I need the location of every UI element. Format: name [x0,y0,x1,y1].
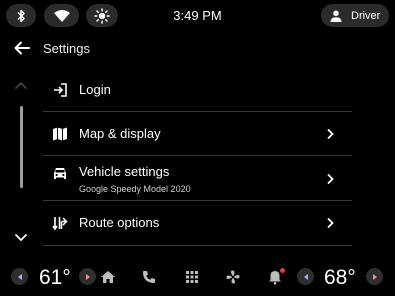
left-temperature: 61° [39,266,71,289]
settings-item-label: Vehicle settings [79,164,170,179]
chevron-right-icon [327,173,334,185]
settings-item-route-options[interactable]: Route options [43,208,352,238]
settings-item-label: Map & display [79,126,161,141]
left-temp-up-button[interactable] [79,268,96,285]
person-icon [330,10,342,22]
caret-left-icon [303,273,308,280]
settings-item-subtitle: Google Speedy Model 2020 [79,184,191,194]
settings-item-vehicle[interactable]: Vehicle settings Google Speedy Model 202… [43,161,352,199]
bottom-bar: 61° 68° [0,260,395,296]
caret-right-icon [372,273,377,280]
apps-grid-icon[interactable] [184,269,200,285]
user-profile-button[interactable]: Driver [321,4,389,27]
settings-item-label: Route options [79,215,160,230]
settings-item-login[interactable]: Login [43,75,352,105]
divider [43,155,352,156]
caret-left-icon [17,273,22,280]
map-icon [53,127,67,141]
divider [43,200,352,201]
right-temp-up-button[interactable] [366,268,383,285]
divider [43,111,352,112]
divider [43,245,352,246]
scrollbar-thumb[interactable] [20,106,23,188]
route-options-icon [52,217,68,231]
notification-badge [280,268,285,273]
caret-right-icon [85,273,90,280]
login-icon [54,83,67,97]
fan-icon[interactable] [225,269,241,285]
home-icon[interactable] [100,269,116,285]
scroll-up-icon[interactable] [14,80,28,90]
page-title: Settings [43,41,90,56]
left-temp-down-button[interactable] [11,268,28,285]
chevron-right-icon [327,128,334,140]
phone-icon[interactable] [141,269,157,285]
chevron-right-icon [327,217,334,229]
user-name: Driver [351,9,381,22]
settings-item-map-display[interactable]: Map & display [43,119,352,149]
status-bar: 3:49 PM Driver [0,0,395,32]
back-arrow-icon[interactable] [13,40,31,56]
right-temperature: 68° [324,266,356,289]
scroll-down-icon[interactable] [14,233,28,243]
settings-item-label: Login [79,82,111,97]
car-icon [54,168,66,179]
right-temp-down-button[interactable] [297,268,314,285]
